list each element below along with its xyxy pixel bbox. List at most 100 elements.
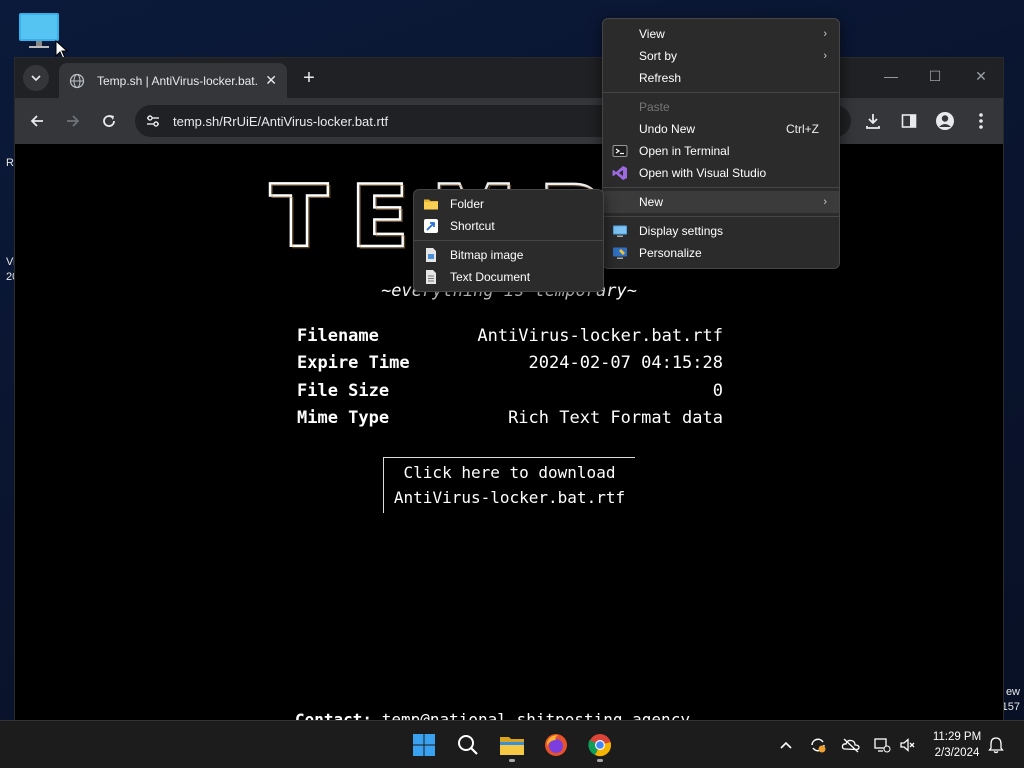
sync-icon[interactable]: [808, 735, 828, 755]
desktop-context-menu: View › Sort by › Refresh Paste Undo New …: [602, 18, 840, 269]
new-tab-button[interactable]: +: [297, 66, 321, 90]
menu-divider: [603, 187, 839, 188]
running-indicator: [597, 759, 603, 762]
table-row: Mime Type Rich Text Format data: [297, 405, 723, 433]
shortcut-icon: [424, 219, 438, 233]
menu-item-open-terminal[interactable]: Open in Terminal: [603, 140, 839, 162]
notification-bell-icon[interactable]: [986, 735, 1006, 755]
table-row: File Size 0: [297, 377, 723, 405]
onedrive-offline-icon[interactable]: [841, 735, 861, 755]
download-line-1: Click here to download: [403, 463, 616, 482]
menu-item-label: Folder: [450, 197, 485, 211]
menu-item-label: Refresh: [639, 71, 682, 85]
submenu-item-bitmap[interactable]: Bitmap image: [414, 244, 603, 266]
table-row: Expire Time 2024-02-07 04:15:28: [297, 350, 723, 378]
menu-item-label: Open in Terminal: [639, 144, 730, 158]
menu-item-label: Display settings: [639, 224, 724, 238]
tab-title: Temp.sh | AntiVirus-locker.bat.rtf: [97, 73, 257, 88]
submenu-item-text-document[interactable]: Text Document: [414, 266, 603, 288]
browser-window: Temp.sh | AntiVirus-locker.bat.rtf ✕ + —…: [14, 57, 1004, 722]
menu-item-label: New: [639, 195, 664, 209]
menu-divider: [603, 92, 839, 93]
chevron-right-icon: ›: [823, 196, 827, 208]
browser-tab[interactable]: Temp.sh | AntiVirus-locker.bat.rtf ✕: [59, 63, 287, 98]
tab-close-icon[interactable]: ✕: [265, 72, 277, 89]
file-size-label: File Size: [297, 380, 390, 401]
download-line-2: AntiVirus-locker.bat.rtf: [393, 488, 626, 507]
chrome-icon[interactable]: [587, 732, 613, 758]
menu-item-personalize[interactable]: Personalize: [603, 242, 839, 264]
site-info-icon[interactable]: [145, 113, 161, 129]
menu-item-paste: Paste: [603, 96, 839, 118]
menu-item-refresh[interactable]: Refresh: [603, 67, 839, 89]
side-panel-icon[interactable]: [897, 109, 921, 133]
personalize-icon: [613, 247, 627, 259]
search-icon[interactable]: [455, 732, 481, 758]
menu-divider: [603, 216, 839, 217]
filename-value: AntiVirus-locker.bat.rtf: [477, 325, 723, 346]
submenu-item-folder[interactable]: Folder: [414, 193, 603, 215]
menu-item-undo-new[interactable]: Undo New Ctrl+Z: [603, 118, 839, 140]
menu-item-label: Paste: [639, 100, 670, 114]
download-icon[interactable]: [861, 109, 885, 133]
folder-icon: [424, 199, 438, 210]
desktop-text-fragment: 157: [1001, 701, 1020, 713]
expire-time-label: Expire Time: [297, 353, 410, 374]
menu-item-label: Personalize: [639, 246, 702, 260]
desktop-text-fragment: R: [6, 157, 14, 169]
reload-icon[interactable]: [97, 109, 121, 133]
forward-arrow-icon[interactable]: [61, 109, 85, 133]
minimize-icon[interactable]: —: [881, 66, 901, 86]
maximize-icon[interactable]: ☐: [925, 66, 945, 86]
menu-item-new[interactable]: New ›: [603, 191, 839, 213]
chevron-up-icon[interactable]: [776, 735, 796, 755]
menu-item-label: Bitmap image: [450, 248, 524, 262]
tab-search-button[interactable]: [23, 65, 49, 91]
bitmap-image-icon: [426, 248, 436, 262]
more-options-icon[interactable]: [969, 109, 993, 133]
firefox-icon[interactable]: [543, 732, 569, 758]
close-window-icon[interactable]: ✕: [971, 66, 991, 86]
clock-time: 11:29 PM: [932, 731, 982, 743]
system-clock[interactable]: 11:29 PM 2/3/2024: [924, 729, 990, 761]
taskbar: 11:29 PM 2/3/2024: [0, 720, 1024, 768]
menu-item-label: Sort by: [639, 49, 678, 63]
file-size-value: 0: [712, 380, 723, 401]
text-document-icon: [426, 270, 436, 284]
terminal-icon: [612, 145, 628, 157]
menu-item-label: View: [639, 27, 665, 41]
menu-item-open-visual-studio[interactable]: Open with Visual Studio: [603, 162, 839, 184]
menu-item-label: Text Document: [450, 270, 531, 284]
file-explorer-icon[interactable]: [499, 732, 525, 758]
menu-item-display-settings[interactable]: Display settings: [603, 220, 839, 242]
filename-label: Filename: [297, 325, 379, 346]
running-indicator: [509, 759, 515, 762]
visual-studio-icon: [612, 166, 627, 180]
new-submenu: Folder Shortcut Bitmap image Text Docume…: [413, 189, 604, 292]
browser-toolbar: temp.sh/RrUiE/AntiVirus-locker.bat.rtf: [15, 98, 1003, 144]
mime-type-label: Mime Type: [297, 408, 390, 429]
network-icon[interactable]: [872, 735, 892, 755]
windows-start-icon[interactable]: [411, 732, 437, 758]
desktop-text-fragment: ew: [1005, 686, 1020, 698]
shortcut-label: Ctrl+Z: [786, 122, 819, 136]
profile-avatar-icon[interactable]: [933, 109, 957, 133]
menu-item-label: Shortcut: [450, 219, 495, 233]
file-info-table: Filename AntiVirus-locker.bat.rtf Expire…: [297, 322, 723, 432]
menu-item-view[interactable]: View ›: [603, 23, 839, 45]
chevron-right-icon: ›: [823, 28, 827, 40]
mime-type-value: Rich Text Format data: [508, 408, 723, 429]
menu-item-label: Undo New: [639, 122, 696, 136]
back-arrow-icon[interactable]: [25, 109, 49, 133]
display-icon: [613, 225, 627, 237]
menu-divider: [414, 240, 603, 241]
submenu-item-shortcut[interactable]: Shortcut: [414, 215, 603, 237]
url-text: temp.sh/RrUiE/AntiVirus-locker.bat.rtf: [173, 113, 389, 129]
clock-date: 2/3/2024: [934, 747, 980, 759]
menu-item-sort-by[interactable]: Sort by ›: [603, 45, 839, 67]
expire-time-value: 2024-02-07 04:15:28: [528, 353, 723, 374]
menu-item-label: Open with Visual Studio: [639, 166, 767, 180]
download-button[interactable]: Click here to download AntiVirus-locker.…: [383, 457, 635, 513]
globe-icon: [69, 73, 85, 88]
volume-muted-icon[interactable]: [898, 735, 918, 755]
